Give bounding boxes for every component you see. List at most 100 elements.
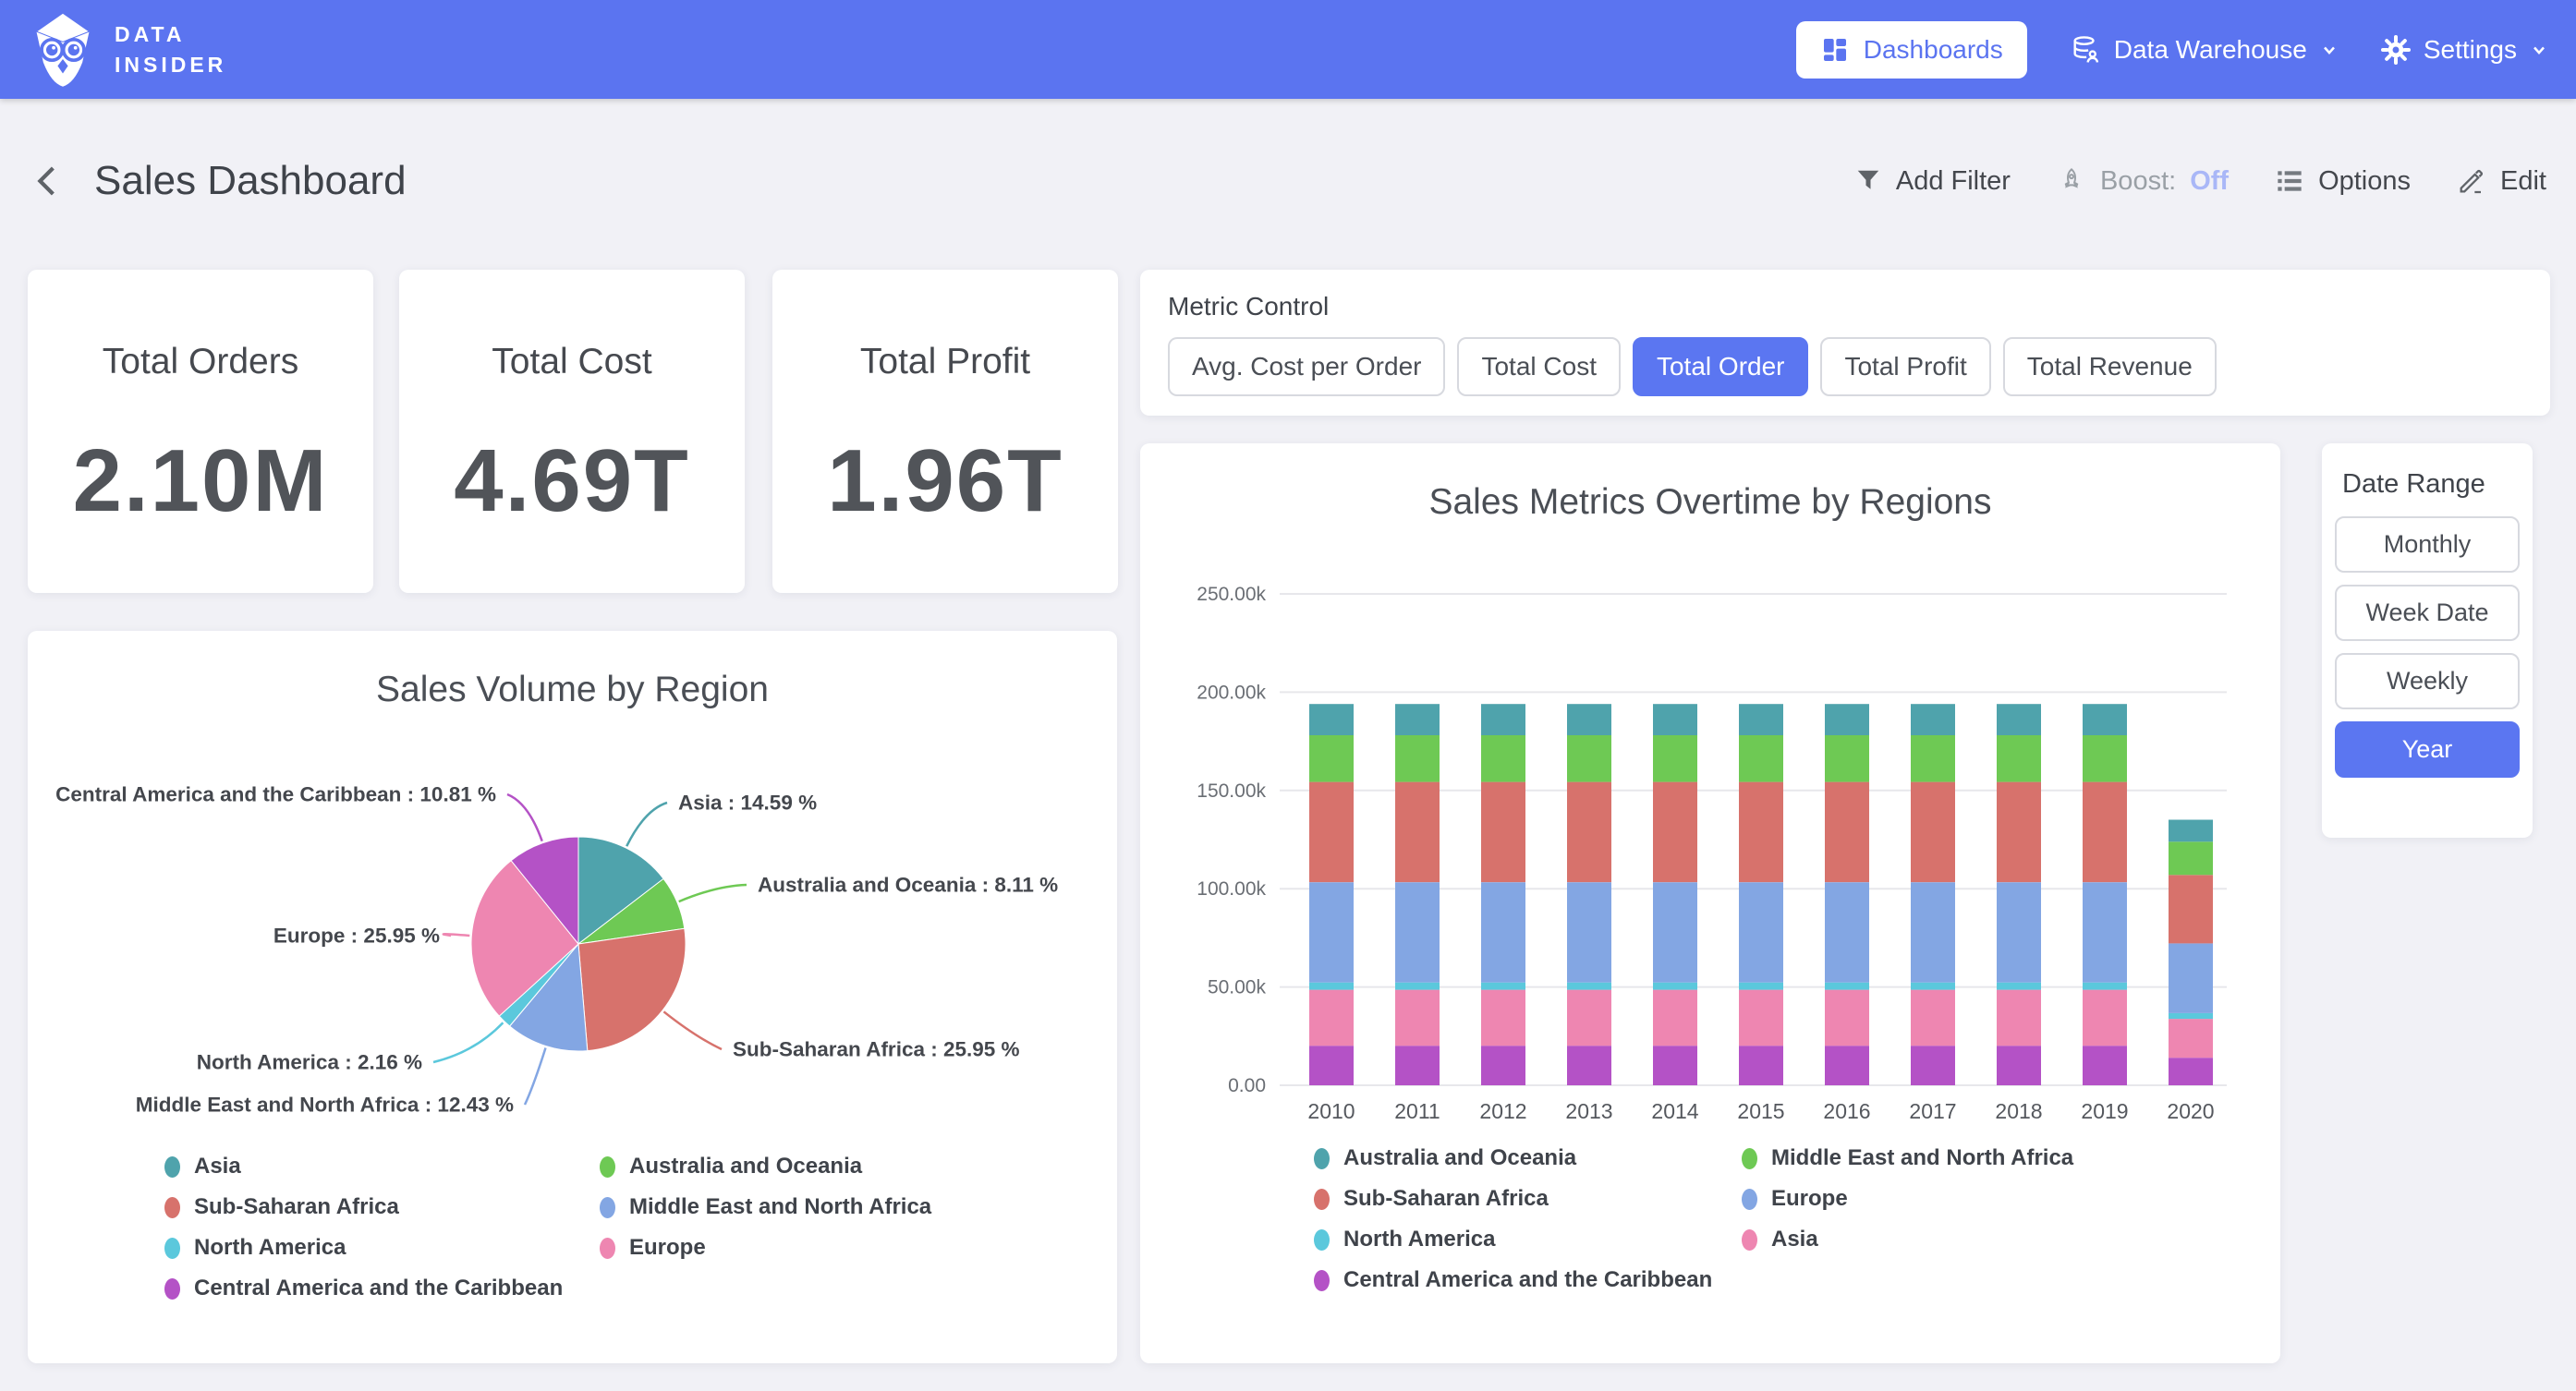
bar-segment-australia-and-oceania[interactable] xyxy=(1309,704,1354,735)
bar-segment-north-america[interactable] xyxy=(1653,983,1697,990)
bar-segment-central-america-and-the-caribbean[interactable] xyxy=(1911,1046,1955,1085)
bar-segment-asia[interactable] xyxy=(1395,990,1440,1046)
pie-legend-item-europe[interactable]: Europe xyxy=(600,1235,931,1261)
bar-segment-middle-east-and-north-africa[interactable] xyxy=(1309,735,1354,782)
date-range-option-week-date[interactable]: Week Date xyxy=(2335,585,2520,641)
bar-segment-sub-saharan-africa[interactable] xyxy=(1653,782,1697,883)
date-range-option-monthly[interactable]: Monthly xyxy=(2335,516,2520,573)
bar-segment-australia-and-oceania[interactable] xyxy=(1653,704,1697,735)
bar-segment-north-america[interactable] xyxy=(1825,983,1869,990)
bar-segment-north-america[interactable] xyxy=(1395,983,1440,990)
bar-segment-europe[interactable] xyxy=(1997,882,2041,982)
bar-segment-central-america-and-the-caribbean[interactable] xyxy=(1997,1046,2041,1085)
bar-segment-middle-east-and-north-africa[interactable] xyxy=(2169,841,2213,875)
bar-segment-australia-and-oceania[interactable] xyxy=(2083,704,2127,735)
bar-segment-middle-east-and-north-africa[interactable] xyxy=(2083,735,2127,782)
bar-segment-central-america-and-the-caribbean[interactable] xyxy=(2169,1058,2213,1085)
bar-segment-central-america-and-the-caribbean[interactable] xyxy=(1653,1046,1697,1085)
boost-toggle[interactable]: Boost: Off xyxy=(2057,166,2229,197)
bar-segment-europe[interactable] xyxy=(1825,882,1869,982)
metric-option-total-revenue[interactable]: Total Revenue xyxy=(2003,337,2217,396)
bar-segment-europe[interactable] xyxy=(1911,882,1955,982)
bar-segment-sub-saharan-africa[interactable] xyxy=(1567,782,1611,883)
bar-segment-north-america[interactable] xyxy=(2169,1013,2213,1019)
metric-option-avg-cost-per-order[interactable]: Avg. Cost per Order xyxy=(1168,337,1445,396)
bar-segment-australia-and-oceania[interactable] xyxy=(1825,704,1869,735)
bar-segment-europe[interactable] xyxy=(1309,882,1354,982)
edit-button[interactable]: Edit xyxy=(2457,166,2546,197)
bar-segment-asia[interactable] xyxy=(1739,990,1783,1046)
bar-segment-sub-saharan-africa[interactable] xyxy=(2083,782,2127,883)
nav-settings-button[interactable]: Settings xyxy=(2381,35,2548,65)
bar-segment-central-america-and-the-caribbean[interactable] xyxy=(1481,1046,1525,1085)
bar-segment-sub-saharan-africa[interactable] xyxy=(1911,782,1955,883)
back-button[interactable] xyxy=(30,162,68,200)
bar-segment-europe[interactable] xyxy=(1395,882,1440,982)
bar-legend-item-central-america-and-the-caribbean[interactable]: Central America and the Caribbean xyxy=(1314,1267,1742,1293)
bar-segment-asia[interactable] xyxy=(2169,1019,2213,1058)
bar-segment-asia[interactable] xyxy=(1825,990,1869,1046)
bar-segment-central-america-and-the-caribbean[interactable] xyxy=(1309,1046,1354,1085)
bar-segment-asia[interactable] xyxy=(1653,990,1697,1046)
bar-segment-central-america-and-the-caribbean[interactable] xyxy=(1395,1046,1440,1085)
bar-segment-north-america[interactable] xyxy=(2083,983,2127,990)
pie-legend-item-australia-and-oceania[interactable]: Australia and Oceania xyxy=(600,1154,931,1179)
metric-option-total-profit[interactable]: Total Profit xyxy=(1820,337,1990,396)
bar-segment-north-america[interactable] xyxy=(1739,983,1783,990)
bar-segment-europe[interactable] xyxy=(1653,882,1697,982)
bar-segment-middle-east-and-north-africa[interactable] xyxy=(1825,735,1869,782)
bar-segment-australia-and-oceania[interactable] xyxy=(1567,704,1611,735)
pie-legend-item-central-america-and-the-caribbean[interactable]: Central America and the Caribbean xyxy=(164,1276,600,1301)
bar-segment-middle-east-and-north-africa[interactable] xyxy=(1997,735,2041,782)
pie-legend-item-sub-saharan-africa[interactable]: Sub-Saharan Africa xyxy=(164,1194,600,1220)
bar-segment-central-america-and-the-caribbean[interactable] xyxy=(1739,1046,1783,1085)
bar-segment-north-america[interactable] xyxy=(1997,983,2041,990)
bar-segment-sub-saharan-africa[interactable] xyxy=(2169,875,2213,943)
bar-segment-asia[interactable] xyxy=(2083,990,2127,1046)
bar-legend-item-australia-and-oceania[interactable]: Australia and Oceania xyxy=(1314,1145,1742,1171)
bar-segment-north-america[interactable] xyxy=(1911,983,1955,990)
bar-segment-sub-saharan-africa[interactable] xyxy=(1739,782,1783,883)
bar-segment-middle-east-and-north-africa[interactable] xyxy=(1911,735,1955,782)
bar-segment-europe[interactable] xyxy=(1481,882,1525,982)
bar-segment-middle-east-and-north-africa[interactable] xyxy=(1653,735,1697,782)
bar-segment-asia[interactable] xyxy=(1997,990,2041,1046)
bar-segment-asia[interactable] xyxy=(1911,990,1955,1046)
bar-segment-sub-saharan-africa[interactable] xyxy=(1481,782,1525,883)
bar-segment-europe[interactable] xyxy=(1739,882,1783,982)
bar-segment-north-america[interactable] xyxy=(1481,983,1525,990)
bar-segment-australia-and-oceania[interactable] xyxy=(1395,704,1440,735)
bar-segment-asia[interactable] xyxy=(1481,990,1525,1046)
bar-segment-australia-and-oceania[interactable] xyxy=(1997,704,2041,735)
bar-segment-australia-and-oceania[interactable] xyxy=(1911,704,1955,735)
date-range-option-weekly[interactable]: Weekly xyxy=(2335,653,2520,709)
add-filter-button[interactable]: Add Filter xyxy=(1854,166,2011,197)
bar-segment-middle-east-and-north-africa[interactable] xyxy=(1739,735,1783,782)
options-button[interactable]: Options xyxy=(2275,166,2411,197)
bar-segment-asia[interactable] xyxy=(1309,990,1354,1046)
bar-segment-sub-saharan-africa[interactable] xyxy=(1395,782,1440,883)
bar-segment-europe[interactable] xyxy=(2169,943,2213,1013)
bar-segment-sub-saharan-africa[interactable] xyxy=(1997,782,2041,883)
bar-legend-item-sub-saharan-africa[interactable]: Sub-Saharan Africa xyxy=(1314,1186,1742,1212)
bar-segment-north-america[interactable] xyxy=(1309,983,1354,990)
nav-dashboards-button[interactable]: Dashboards xyxy=(1796,21,2027,79)
metric-option-total-order[interactable]: Total Order xyxy=(1633,337,1809,396)
bar-segment-central-america-and-the-caribbean[interactable] xyxy=(2083,1046,2127,1085)
nav-data-warehouse-button[interactable]: Data Warehouse xyxy=(2070,34,2339,66)
bar-segment-middle-east-and-north-africa[interactable] xyxy=(1395,735,1440,782)
bar-segment-australia-and-oceania[interactable] xyxy=(2169,820,2213,842)
bar-segment-middle-east-and-north-africa[interactable] xyxy=(1567,735,1611,782)
pie-legend-item-asia[interactable]: Asia xyxy=(164,1154,600,1179)
pie-legend-item-north-america[interactable]: North America xyxy=(164,1235,600,1261)
bar-segment-europe[interactable] xyxy=(1567,882,1611,982)
bar-legend-item-asia[interactable]: Asia xyxy=(1742,1227,2073,1252)
bar-legend-item-north-america[interactable]: North America xyxy=(1314,1227,1742,1252)
bar-segment-central-america-and-the-caribbean[interactable] xyxy=(1567,1046,1611,1085)
bar-segment-central-america-and-the-caribbean[interactable] xyxy=(1825,1046,1869,1085)
metric-option-total-cost[interactable]: Total Cost xyxy=(1457,337,1621,396)
bar-segment-australia-and-oceania[interactable] xyxy=(1481,704,1525,735)
bar-segment-europe[interactable] xyxy=(2083,882,2127,982)
bar-segment-sub-saharan-africa[interactable] xyxy=(1825,782,1869,883)
bar-segment-middle-east-and-north-africa[interactable] xyxy=(1481,735,1525,782)
